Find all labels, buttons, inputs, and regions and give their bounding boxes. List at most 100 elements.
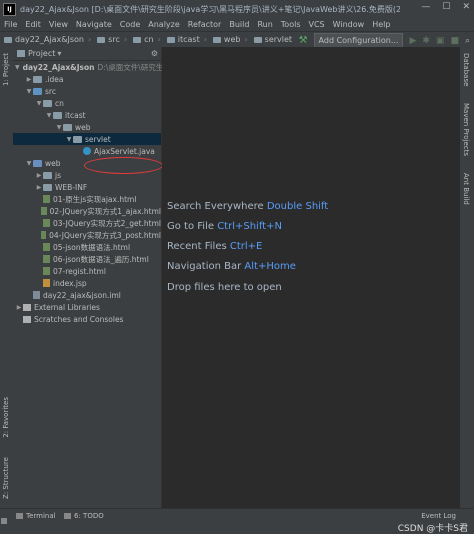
breadcrumb-project[interactable]: day22_Ajax&Json › bbox=[0, 35, 93, 44]
tree-item[interactable]: ▼ web bbox=[13, 121, 161, 133]
close-button[interactable]: ✕ bbox=[462, 2, 470, 12]
breadcrumb-web[interactable]: web › bbox=[209, 35, 250, 44]
module-file-icon bbox=[33, 291, 40, 299]
tree-item[interactable]: 01-原生js实现ajax.html bbox=[13, 193, 161, 205]
menu-refactor[interactable]: Refactor bbox=[184, 20, 226, 29]
run-icon[interactable]: ▶ bbox=[409, 36, 416, 46]
chevron-down-icon[interactable]: ▼ bbox=[55, 124, 63, 131]
chevron-down-icon[interactable]: ▼ bbox=[45, 112, 53, 119]
html-file-icon bbox=[40, 231, 47, 239]
tree-item[interactable]: ▼ itcast bbox=[13, 109, 161, 121]
html-file-icon bbox=[43, 195, 50, 203]
tree-item-label: web bbox=[45, 158, 61, 168]
chevron-down-icon[interactable]: ▼ bbox=[35, 100, 43, 107]
breadcrumb-src[interactable]: src › bbox=[93, 35, 129, 44]
menu-build[interactable]: Build bbox=[225, 20, 253, 29]
tree-item[interactable]: AjaxServlet.java bbox=[13, 145, 161, 157]
tool-window-toggle-icon[interactable] bbox=[1, 518, 7, 524]
tree-item-label: servlet bbox=[85, 134, 111, 144]
tree-item[interactable]: 06-json数据语法_遍历.html bbox=[13, 253, 161, 265]
chevron-down-icon[interactable]: ▾ bbox=[57, 49, 61, 58]
tree-item-label: 03-JQuery实现方式2_get.html bbox=[53, 218, 161, 228]
terminal-icon bbox=[16, 513, 23, 519]
menu-vcs[interactable]: VCS bbox=[305, 20, 329, 29]
tree-item[interactable]: 04-JQuery实现方式3_post.html bbox=[13, 229, 161, 241]
tree-item-label: day22_ajax&json.iml bbox=[43, 290, 121, 300]
navigation-bar: day22_Ajax&Json › src › cn › itcast › web › s… bbox=[0, 31, 474, 48]
tree-item[interactable]: Scratches and Consoles bbox=[13, 313, 161, 325]
tree-item[interactable]: ▶ WEB-INF bbox=[13, 181, 161, 193]
tree-item[interactable]: 03-JQuery实现方式2_get.html bbox=[13, 217, 161, 229]
window-title: day22_Ajax&Json [D:\桌面文件\研究生阶段\java学习\黑马… bbox=[20, 4, 400, 14]
java-class-icon bbox=[83, 147, 91, 155]
menu-code[interactable]: Code bbox=[116, 20, 144, 29]
hint-recent-files: Recent Files Ctrl+E bbox=[167, 241, 263, 252]
menu-run[interactable]: Run bbox=[253, 20, 276, 29]
menu-view[interactable]: View bbox=[45, 20, 72, 29]
package-icon bbox=[53, 111, 62, 119]
chevron-right-icon[interactable]: ▶ bbox=[35, 184, 43, 191]
search-icon[interactable]: ⌕ bbox=[465, 36, 470, 46]
project-panel: Project ▾ ⚙ ▼ day22_Ajax&Json D:\桌面文件\研究生阶… bbox=[13, 47, 171, 508]
html-file-icon bbox=[41, 207, 47, 215]
tree-item[interactable]: 07-regist.html bbox=[13, 265, 161, 277]
menu-navigate[interactable]: Navigate bbox=[72, 20, 116, 29]
tree-item-label: 02-JQuery实现方式1_ajax.html bbox=[49, 206, 161, 216]
favorites-tool-tab[interactable]: 2: Favorites bbox=[2, 397, 10, 438]
menu-help[interactable]: Help bbox=[368, 20, 394, 29]
tree-item[interactable]: ▼ cn bbox=[13, 97, 161, 109]
database-tool-tab[interactable]: Database bbox=[462, 53, 470, 86]
tree-item[interactable]: 05-json数据语法.html bbox=[13, 241, 161, 253]
chevron-down-icon[interactable]: ▼ bbox=[25, 88, 33, 95]
chevron-right-icon[interactable]: ▶ bbox=[15, 304, 23, 311]
add-configuration-button[interactable]: Add Configuration... bbox=[313, 33, 404, 48]
package-icon bbox=[63, 123, 72, 131]
hammer-icon[interactable]: ⚒ bbox=[299, 35, 308, 46]
menu-tools[interactable]: Tools bbox=[277, 20, 305, 29]
tree-item[interactable]: ▼ src bbox=[13, 85, 161, 97]
tree-item-label: Scratches and Consoles bbox=[34, 314, 124, 324]
minimize-button[interactable]: — bbox=[421, 2, 430, 12]
chevron-right-icon[interactable]: ▶ bbox=[35, 172, 43, 179]
chevron-right-icon[interactable]: ▶ bbox=[25, 76, 33, 83]
breadcrumb-cn[interactable]: cn › bbox=[129, 35, 163, 44]
event-log-tab[interactable]: Event Log bbox=[421, 512, 456, 520]
maven-tool-tab[interactable]: Maven Projects bbox=[462, 103, 470, 156]
menu-bar: File Edit View Navigate Code Analyze Ref… bbox=[0, 18, 474, 31]
stop-icon[interactable]: ■ bbox=[450, 36, 459, 46]
tree-item[interactable]: ▶ External Libraries bbox=[13, 301, 161, 313]
editor-empty-area[interactable]: Search Everywhere Double Shift Go to Fil… bbox=[162, 47, 460, 508]
tree-item[interactable]: ▼ day22_Ajax&Json D:\桌面文件\研究生阶 bbox=[13, 61, 171, 73]
bottom-tool-bar: Terminal 6: TODO Event Log CSDN @卡卡S君 bbox=[0, 508, 474, 534]
folder-icon bbox=[133, 36, 142, 43]
left-tool-strip: 1: Project 2: Favorites Z: Structure bbox=[0, 47, 13, 508]
debug-icon[interactable]: ✱ bbox=[422, 36, 430, 46]
menu-edit[interactable]: Edit bbox=[21, 20, 45, 29]
chevron-down-icon[interactable]: ▼ bbox=[25, 160, 33, 167]
todo-tab[interactable]: 6: TODO bbox=[64, 512, 104, 520]
structure-tool-tab[interactable]: Z: Structure bbox=[2, 457, 10, 499]
tree-item[interactable]: ▶ .idea bbox=[13, 73, 161, 85]
chevron-down-icon[interactable]: ▼ bbox=[65, 136, 73, 143]
tree-item[interactable]: day22_ajax&json.iml bbox=[13, 289, 161, 301]
menu-analyze[interactable]: Analyze bbox=[144, 20, 184, 29]
tree-item[interactable]: ▼ servlet bbox=[13, 133, 161, 145]
web-folder-icon bbox=[33, 159, 42, 167]
maximize-button[interactable]: ☐ bbox=[442, 2, 450, 12]
breadcrumb-servlet[interactable]: servlet bbox=[250, 35, 294, 44]
package-icon bbox=[73, 135, 82, 143]
tree-item-label: 07-regist.html bbox=[53, 266, 106, 276]
terminal-tab[interactable]: Terminal bbox=[16, 512, 56, 520]
project-view-selector[interactable]: Project bbox=[28, 49, 55, 58]
gear-icon[interactable]: ⚙ bbox=[151, 49, 158, 58]
tree-item[interactable]: 02-JQuery实现方式1_ajax.html bbox=[13, 205, 161, 217]
menu-file[interactable]: File bbox=[0, 20, 21, 29]
coverage-icon[interactable]: ▣ bbox=[436, 36, 445, 46]
menu-window[interactable]: Window bbox=[329, 20, 369, 29]
tree-item[interactable]: index.jsp bbox=[13, 277, 161, 289]
breadcrumb-itcast[interactable]: itcast › bbox=[163, 35, 209, 44]
chevron-down-icon[interactable]: ▼ bbox=[15, 64, 20, 71]
library-icon bbox=[23, 315, 31, 323]
project-tool-tab[interactable]: 1: Project bbox=[2, 53, 10, 86]
ant-build-tool-tab[interactable]: Ant Build bbox=[462, 173, 470, 205]
